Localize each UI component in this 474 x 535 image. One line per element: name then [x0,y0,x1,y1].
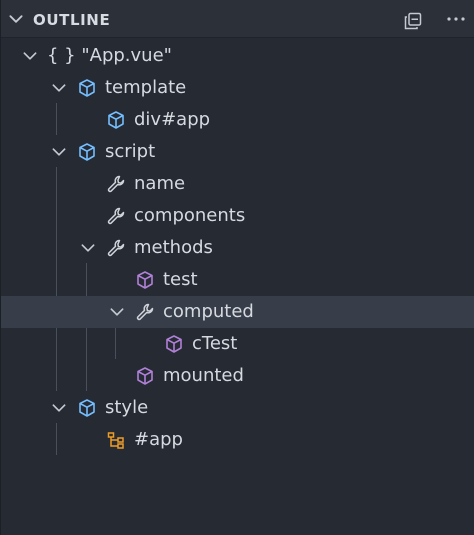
method-cube-icon [164,334,184,354]
tree-item-label: div#app [134,109,211,130]
tree-item-div-app[interactable]: div#app [1,104,474,136]
tree-item-label: mounted [163,365,244,386]
chevron-down-icon[interactable] [21,47,39,65]
chevron-down-icon[interactable] [7,10,25,28]
module-icon [77,398,97,418]
tree-item-label: template [105,77,187,98]
selector-icon [106,430,126,450]
tree-item-test[interactable]: test [1,264,474,296]
chevron-down-icon[interactable] [50,399,68,417]
tree-item-label: { } "App.vue" [47,45,172,66]
module-icon [77,142,97,162]
tree-item-label: name [134,173,186,194]
wrench-icon [106,238,126,258]
collapse-all-icon[interactable] [403,11,423,31]
tree-item-mounted[interactable]: mounted [1,360,474,392]
chevron-down-icon[interactable] [50,79,68,97]
tree-item-label: style [105,397,149,418]
tree-item-methods[interactable]: methods [1,232,474,264]
tree-item-ctest[interactable]: cTest [1,328,474,360]
tree-item-script[interactable]: script [1,136,474,168]
tree-item-template[interactable]: template [1,72,474,104]
tree-item-style-app[interactable]: #app [1,424,474,456]
outline-title: OUTLINE [33,11,111,29]
tree-item-style[interactable]: style [1,392,474,424]
module-icon [77,78,97,98]
chevron-down-icon[interactable] [108,303,126,321]
tree-item-components[interactable]: components [1,200,474,232]
tree-item-app-vue[interactable]: { } "App.vue" [1,40,474,72]
tree-item-name[interactable]: name [1,168,474,200]
tree-item-label: computed [163,301,254,322]
outline-panel: OUTLINE { } "App.vue" template div#app s… [0,0,474,535]
tree-item-label: test [163,269,198,290]
tree-item-label: components [134,205,246,226]
tree-item-label: methods [134,237,213,258]
outline-header[interactable]: OUTLINE [1,0,474,38]
chevron-down-icon[interactable] [79,239,97,257]
tree-item-label: script [105,141,156,162]
wrench-icon [135,302,155,322]
method-cube-icon [135,270,155,290]
module-icon [106,110,126,130]
tree-item-label: #app [134,429,183,450]
more-actions-icon[interactable] [444,9,468,29]
method-cube-icon [135,366,155,386]
chevron-down-icon[interactable] [50,143,68,161]
tree-item-label: cTest [192,333,238,354]
wrench-icon [106,206,126,226]
tree-item-computed[interactable]: computed [1,296,474,328]
wrench-icon [106,174,126,194]
